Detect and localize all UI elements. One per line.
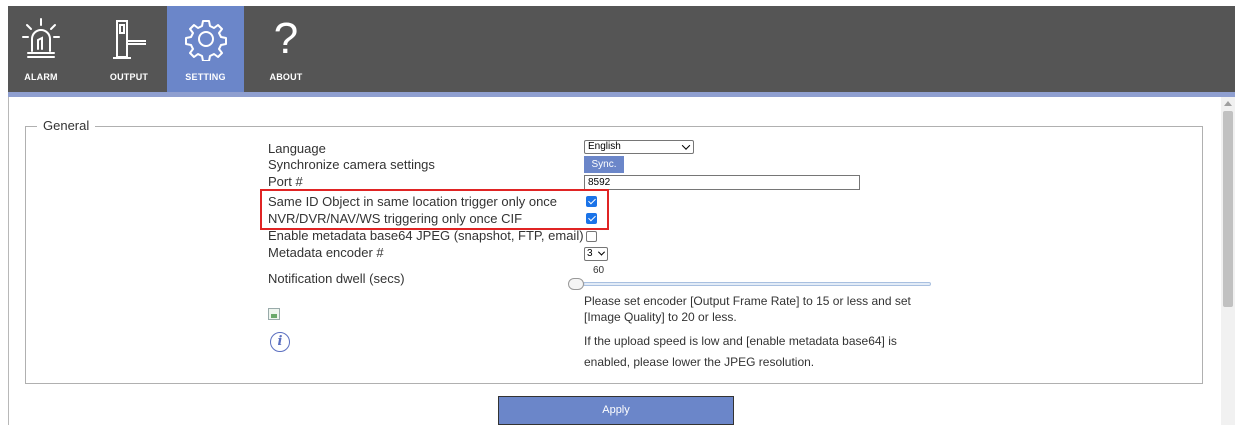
apply-button[interactable]: Apply — [498, 396, 734, 425]
nav-about[interactable]: ? ABOUT — [256, 6, 316, 92]
scroll-thumb[interactable] — [1223, 111, 1233, 307]
scroll-up-arrow-icon[interactable] — [1224, 101, 1232, 106]
nav-setting[interactable]: SETTING — [167, 6, 244, 92]
metadata-encoder-select[interactable]: 3 — [584, 247, 608, 261]
metadata-base64-label: Enable metadata base64 JPEG (snapshot, F… — [268, 228, 584, 243]
note-line-2: [Image Quality] to 20 or less. — [584, 310, 737, 324]
chevron-down-icon — [597, 248, 606, 256]
nav-underline — [8, 92, 1235, 97]
dwell-value: 60 — [593, 265, 605, 276]
dwell-slider-track[interactable] — [577, 282, 931, 286]
gear-icon — [167, 14, 244, 64]
chevron-down-icon — [681, 141, 691, 150]
nav-alarm-label: ALARM — [24, 72, 58, 82]
nav-setting-label: SETTING — [185, 72, 226, 82]
broken-image-icon — [268, 308, 280, 320]
note-line-3: If the upload speed is low and [enable m… — [584, 334, 897, 348]
dwell-label: Notification dwell (secs) — [268, 271, 405, 286]
info-icon: i — [270, 332, 290, 352]
dwell-slider-thumb[interactable] — [568, 278, 584, 290]
metadata-base64-checkbox[interactable] — [586, 231, 597, 242]
language-label: Language — [268, 141, 326, 156]
vertical-scrollbar[interactable] — [1221, 97, 1235, 425]
sync-label: Synchronize camera settings — [268, 157, 435, 172]
metadata-encoder-label: Metadata encoder # — [268, 245, 384, 260]
nav-output-label: OUTPUT — [109, 72, 149, 82]
nav-about-label: ABOUT — [269, 72, 303, 82]
general-legend: General — [37, 118, 96, 133]
note-line-4: enabled, please lower the JPEG resolutio… — [584, 355, 815, 369]
highlight-box — [260, 189, 609, 230]
note-line-1: Please set encoder [Output Frame Rate] t… — [584, 294, 911, 308]
alarm-light-icon — [8, 14, 74, 64]
nav-alarm[interactable]: ALARM — [8, 6, 74, 92]
barrier-gate-icon — [96, 14, 162, 64]
port-input[interactable]: 8592 — [584, 175, 860, 190]
question-mark-icon: ? — [273, 14, 299, 63]
language-select[interactable]: English — [584, 140, 694, 154]
content-left-border — [8, 97, 9, 425]
port-label: Port # — [268, 174, 303, 189]
top-nav-bar: ALARM OUTPUT SETTING ? ABOUT — [8, 6, 1235, 92]
nav-output[interactable]: OUTPUT — [96, 6, 162, 92]
sync-button[interactable]: Sync. — [584, 156, 624, 173]
